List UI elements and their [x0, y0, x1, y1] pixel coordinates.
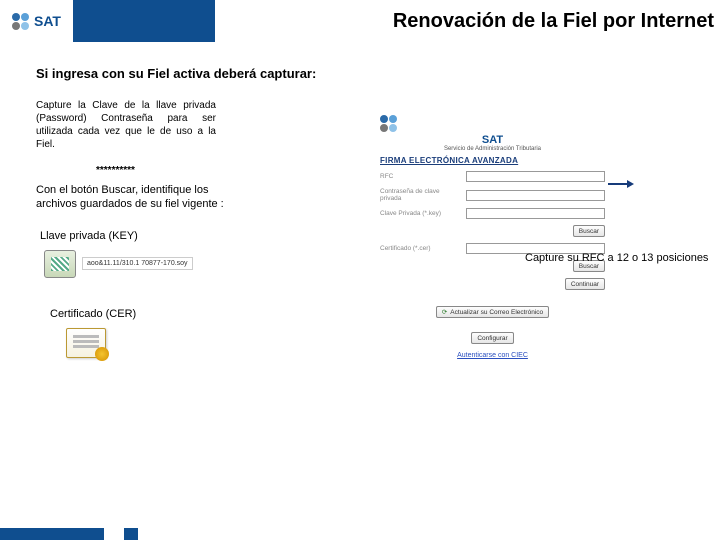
- footer-bar: [0, 528, 720, 540]
- sat-dots-icon: [380, 115, 605, 132]
- certificate-icon: [66, 328, 106, 358]
- panel-logo: SAT Servicio de Administración Tributari…: [380, 115, 605, 152]
- sat-dots-icon: [12, 13, 29, 30]
- refresh-icon: ⟳: [442, 308, 447, 316]
- sat-logo: SAT: [0, 0, 75, 42]
- configurar-button[interactable]: Configurar: [471, 332, 513, 344]
- fiel-app-panel: SAT Servicio de Administración Tributari…: [380, 115, 605, 359]
- private-key-input[interactable]: [466, 208, 605, 219]
- rfc-row: RFC: [380, 171, 605, 182]
- private-key-field-label: Clave Privada (*.key): [380, 210, 462, 217]
- update-email-label: Actualizar su Correo Electrónico: [450, 309, 543, 316]
- certificate-field-label: Certificado (*.cer): [380, 245, 462, 252]
- buscar-button-1[interactable]: Buscar: [573, 225, 605, 237]
- password-instruction: Capture la Clave de la llave privada (Pa…: [36, 99, 216, 151]
- rfc-label: RFC: [380, 173, 462, 180]
- panel-caption: Servicio de Administración Tributaria: [380, 146, 605, 152]
- section-subtitle: Si ingresa con su Fiel activa deberá cap…: [36, 66, 688, 81]
- private-key-row: Clave Privada (*.key): [380, 208, 605, 219]
- password-label: Contraseña de clave privada: [380, 188, 462, 202]
- arrow-to-rfc: [608, 183, 628, 185]
- page-title: Renovación de la Fiel por Internet: [215, 0, 720, 42]
- continuar-button[interactable]: Continuar: [565, 278, 605, 290]
- panel-logo-text: SAT: [380, 134, 605, 146]
- update-email-button[interactable]: ⟳ Actualizar su Correo Electrónico: [436, 306, 549, 318]
- content: Si ingresa con su Fiel activa deberá cap…: [0, 42, 720, 358]
- key-file-name: aoo&11.11/310.1 70877-170.soy: [82, 257, 193, 270]
- rfc-input[interactable]: [466, 171, 605, 182]
- password-row: Contraseña de clave privada: [380, 188, 605, 202]
- header-bar: SAT Renovación de la Fiel por Internet: [0, 0, 720, 42]
- ciec-link[interactable]: Autenticarse con CIEC: [457, 352, 528, 359]
- password-input[interactable]: [466, 190, 605, 201]
- buscar-instruction: Con el botón Buscar, identifique los arc…: [36, 184, 251, 212]
- sat-logo-text: SAT: [34, 13, 61, 29]
- key-file-icon: [44, 250, 76, 278]
- rfc-note: Capture su RFC a 12 o 13 posiciones: [525, 252, 720, 264]
- panel-banner: FIRMA ELECTRÓNICA AVANZADA: [380, 156, 605, 165]
